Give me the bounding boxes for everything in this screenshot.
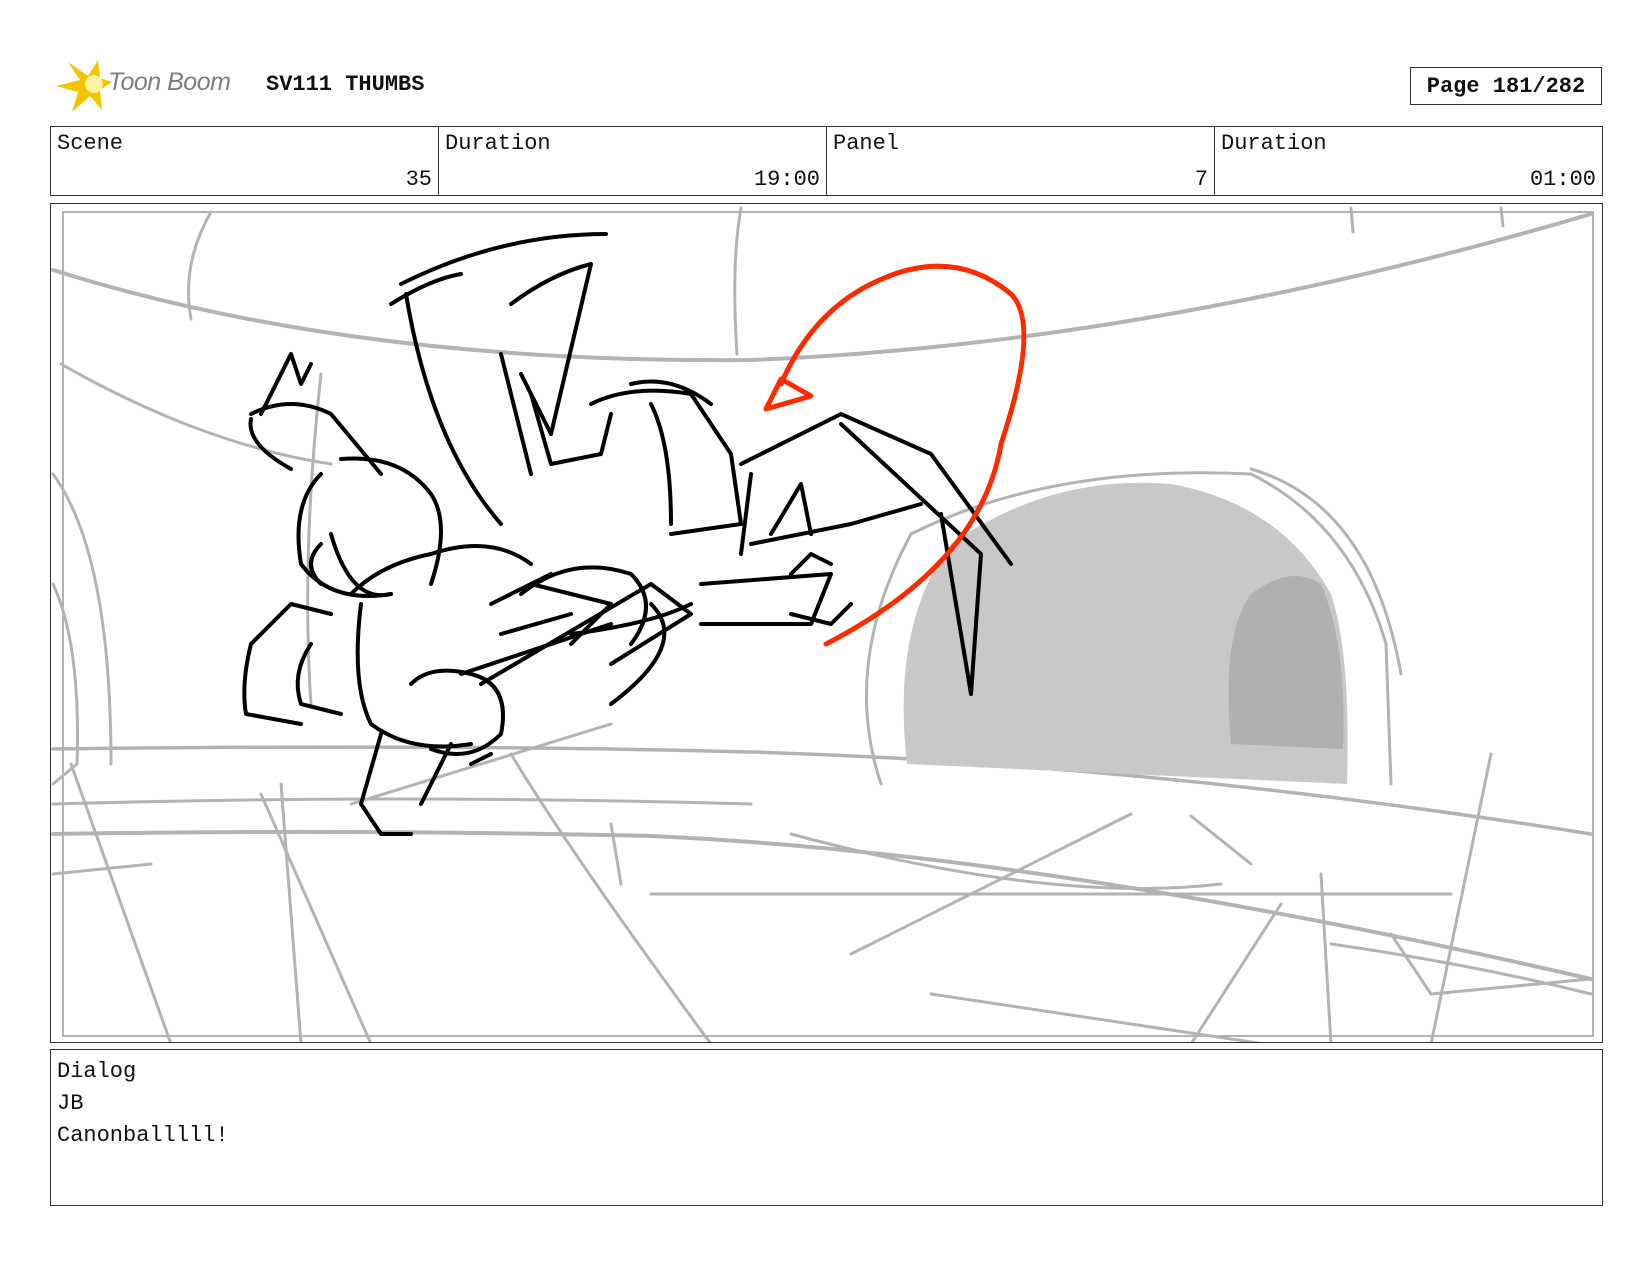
panel-duration-label: Duration — [1221, 131, 1327, 156]
panel-info-table: Scene 35 Duration 19:00 Panel 7 Duration… — [50, 126, 1603, 196]
panel-label: Panel — [833, 131, 900, 156]
dialog-line: Canonballlll! — [57, 1123, 229, 1148]
dialog-character: JB — [57, 1091, 84, 1116]
scene-value: 35 — [405, 167, 432, 192]
panel-sketch — [51, 206, 1594, 1042]
storyboard-panel — [50, 203, 1603, 1043]
panel-duration-value: 01:00 — [1529, 167, 1596, 192]
scene-cell: Scene 35 — [51, 127, 439, 195]
character-sketch — [242, 232, 1013, 836]
dialog-box: Dialog JB Canonballlll! — [50, 1049, 1603, 1206]
dialog-label: Dialog — [57, 1059, 137, 1084]
project-title: SV111 THUMBS — [266, 72, 425, 97]
scene-duration-label: Duration — [445, 131, 551, 156]
background-sketch — [51, 206, 1593, 1042]
scene-duration-cell: Duration 19:00 — [439, 127, 827, 195]
scene-label: Scene — [57, 131, 124, 156]
panel-cell: Panel 7 — [827, 127, 1215, 195]
scene-duration-value: 19:00 — [753, 167, 820, 192]
panel-duration-cell: Duration 01:00 — [1215, 127, 1602, 195]
panel-value: 7 — [1194, 167, 1208, 192]
page-indicator: Page 181/282 — [1410, 67, 1602, 105]
brand-name: Toon Boom — [108, 68, 231, 96]
